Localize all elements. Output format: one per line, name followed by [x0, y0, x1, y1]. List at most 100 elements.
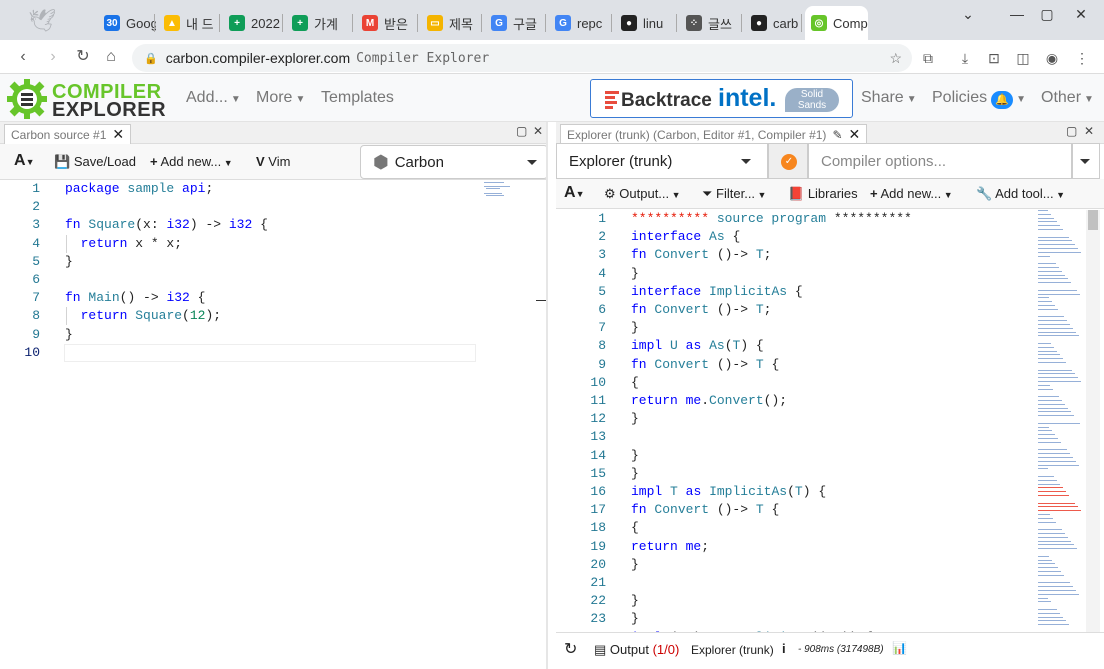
compiler-tab[interactable]: Explorer (trunk) (Carbon, Editor #1, Com… [560, 124, 868, 144]
source-editor[interactable]: 1 package sample api; 2 3 fn Square(x: i32) … [0, 180, 536, 660]
browser-tab-10[interactable]: ⁘ 글쓰 [680, 9, 738, 37]
download-icon[interactable]: ⤓ [955, 48, 975, 68]
browser-tab-12[interactable]: ◎ Comp [805, 6, 868, 40]
line-number: 15 [590, 465, 606, 481]
code-line: fn Convert ()-> T { [631, 502, 780, 518]
line-number: 8 [32, 308, 40, 324]
vim-button[interactable]: V Vim [256, 154, 290, 169]
libraries-button[interactable]: 📕 Libraries [788, 186, 858, 202]
line-number: 1 [598, 211, 606, 226]
bar-chart-icon[interactable]: 📊 [892, 641, 907, 655]
browser-tab-11[interactable]: ● carb [745, 9, 803, 37]
add-tool-button[interactable]: 🔧 Add tool... ▼ [976, 186, 1065, 202]
close-window-button[interactable]: ✕ [1066, 6, 1096, 28]
sidepanel-icon[interactable]: ◫ [1013, 48, 1033, 68]
indent-guide [66, 307, 67, 326]
compiler-status-button[interactable]: ✓ [768, 143, 808, 179]
home-button[interactable]: ⌂ [100, 46, 122, 68]
tab-search-chevron-icon[interactable]: ⌄ [953, 6, 983, 28]
browser-menu-icon[interactable]: ⋮ [1072, 48, 1092, 68]
options-dropdown-button[interactable] [1072, 143, 1100, 179]
output-button[interactable]: ▤ Output (1/0) [594, 642, 679, 658]
minimap-line [1038, 426, 1049, 428]
templates-link[interactable]: Templates [321, 89, 394, 107]
address-bar-row: ‹ › ↻ ⌂ 🔒 carbon.compiler-explorer.com C… [0, 40, 1104, 74]
browser-tab-3[interactable]: +2022 [223, 9, 281, 37]
add-new-button[interactable]: + Add new... ▼ [150, 154, 233, 169]
filter-button[interactable]: ⏷ Filter... ▼ [702, 186, 766, 202]
add-new-button[interactable]: + Add new... ▼ [870, 186, 953, 201]
browser-tab-label: 제목 [449, 16, 473, 32]
maximize-pane-icon[interactable]: ▢ [1066, 124, 1077, 138]
code-line: } [631, 611, 639, 627]
browser-tab-9[interactable]: ● linu [615, 9, 673, 37]
minimap-line [1038, 377, 1078, 379]
output-button[interactable]: ⚙ Output... ▼ [604, 186, 681, 202]
browser-tab-4[interactable]: + 가계 [286, 9, 344, 37]
minimap-line [1038, 297, 1049, 299]
maximize-pane-icon[interactable]: ▢ [516, 124, 527, 138]
browser-tab-8[interactable]: Grepc [549, 9, 607, 37]
font-size-button[interactable]: A▼ [14, 152, 34, 170]
screenshot-icon[interactable]: ⊡ [984, 48, 1004, 68]
vim-label: Vim [268, 154, 291, 169]
close-pane-icon[interactable]: ✕ [533, 124, 543, 138]
reload-button[interactable]: ↻ [72, 46, 94, 68]
browser-tab-5[interactable]: M 받은 [356, 9, 414, 37]
more-menu[interactable]: More ▼ [256, 89, 305, 107]
other-menu[interactable]: Other ▼ [1041, 89, 1094, 107]
compiler-options-input[interactable]: Compiler options... [808, 143, 1072, 179]
google-icon: G [555, 15, 571, 31]
tab-separator [282, 14, 283, 32]
pane-splitter[interactable] [546, 122, 548, 669]
save-load-button[interactable]: 💾 Save/Load [54, 154, 136, 170]
compiler-explorer-logo[interactable]: COMPILER EXPLORER [6, 78, 166, 121]
line-number: 16 [590, 484, 606, 499]
back-button[interactable]: ‹ [12, 46, 34, 68]
compiler-output-editor[interactable]: 1 ********** source program ********** 2 in… [556, 210, 1034, 632]
bookmark-star-icon[interactable]: ☆ [889, 50, 902, 67]
info-icon[interactable]: i [782, 641, 786, 656]
policies-menu[interactable]: Policies 🔔 ▼ [932, 89, 1026, 109]
browser-tab-2[interactable]: ▲ 내 드 [158, 9, 216, 37]
minimap-line [1038, 362, 1066, 363]
minimap-line [1038, 308, 1058, 310]
source-tab[interactable]: Carbon source #1 ✕ [4, 124, 132, 144]
font-size-button[interactable]: A▼ [564, 184, 584, 202]
extensions-icon[interactable]: ⧉ [918, 48, 938, 68]
sponsor-banner[interactable]: Backtrace intel. Solid Sands [590, 79, 853, 118]
line-number: 3 [598, 247, 606, 263]
minimap-line [1038, 213, 1051, 215]
close-pane-icon[interactable]: ✕ [1084, 124, 1094, 138]
maximize-button[interactable]: ▢ [1032, 6, 1062, 28]
add-menu[interactable]: Add... ▼ [186, 89, 241, 107]
compiler-select[interactable]: Explorer (trunk) [556, 143, 768, 179]
share-menu[interactable]: Share ▼ [861, 89, 917, 107]
recompile-icon[interactable]: ↻ [564, 639, 577, 659]
browser-tab-7[interactable]: G 구글 [485, 9, 543, 37]
minimap-line [1038, 540, 1071, 542]
omnibox[interactable]: 🔒 carbon.compiler-explorer.com Compiler … [132, 44, 912, 72]
scrollbar-thumb[interactable] [1088, 210, 1098, 230]
profile-icon[interactable]: ◉ [1042, 48, 1062, 68]
browser-tab-1[interactable]: 30 Goog [98, 9, 156, 37]
sheets-icon: + [292, 15, 308, 31]
browser-tab-6[interactable]: ▭ 제목 [421, 9, 479, 37]
code-line: package sample api; [65, 181, 214, 196]
edit-pencil-icon[interactable]: ✎ [832, 128, 842, 142]
minimap-line [1038, 571, 1061, 572]
tab-separator [481, 14, 482, 32]
close-tab-icon[interactable]: ✕ [849, 126, 861, 143]
output-scrollbar[interactable] [1086, 210, 1100, 632]
browser-tab-label: 가계 [314, 16, 338, 32]
minimize-button[interactable]: — [1002, 6, 1032, 28]
line-number: 7 [32, 290, 40, 306]
code-line: interface ImplicitAs { [631, 283, 803, 299]
line-number: 10 [590, 374, 606, 390]
status-compiler-name: Explorer (trunk) [691, 643, 774, 657]
language-select[interactable]: ⬢ Carbon [360, 145, 548, 179]
wrench-icon: 🔧 [976, 186, 993, 201]
code-line: } [631, 320, 639, 336]
forward-button[interactable]: › [42, 46, 64, 68]
close-tab-icon[interactable]: ✕ [112, 126, 124, 143]
